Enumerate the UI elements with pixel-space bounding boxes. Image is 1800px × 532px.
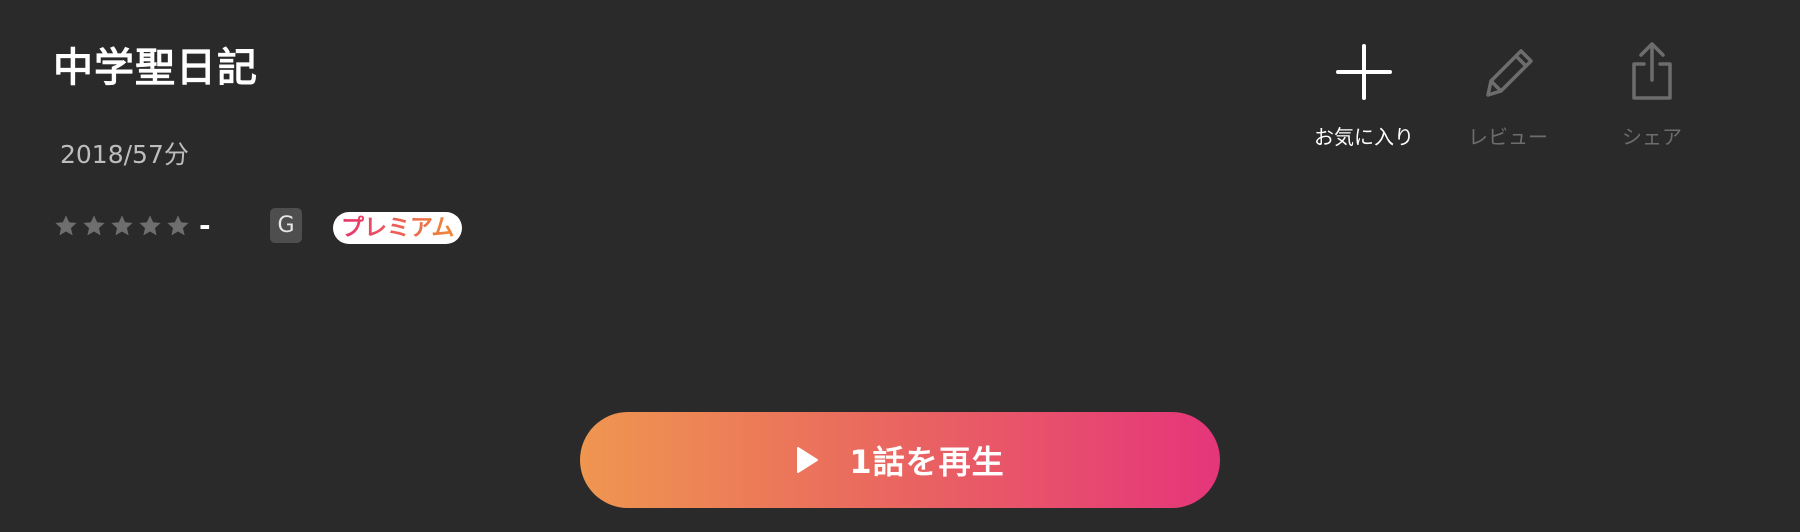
star-icon bbox=[109, 213, 135, 239]
pencil-icon bbox=[1476, 40, 1540, 104]
play-episode-label: 1話を再生 bbox=[849, 443, 1005, 481]
rating-row: - bbox=[53, 206, 211, 246]
review-button[interactable]: レビュー bbox=[1438, 40, 1578, 150]
star-icon bbox=[81, 213, 107, 239]
release-duration-meta: 2018/57分 bbox=[60, 140, 189, 169]
star-rating bbox=[53, 213, 193, 239]
rating-value: - bbox=[199, 209, 211, 242]
age-rating-badge: G bbox=[270, 208, 302, 243]
plus-icon bbox=[1332, 40, 1396, 104]
play-episode-button[interactable]: 1話を再生 bbox=[580, 412, 1220, 508]
premium-badge-label: プレミアム bbox=[341, 212, 454, 244]
share-icon bbox=[1620, 40, 1684, 104]
star-icon bbox=[137, 213, 163, 239]
share-label: シェア bbox=[1622, 125, 1682, 149]
play-icon bbox=[795, 446, 819, 474]
favorite-button[interactable]: お気に入り bbox=[1294, 40, 1434, 150]
review-label: レビュー bbox=[1468, 125, 1548, 149]
premium-badge: プレミアム bbox=[333, 212, 463, 244]
favorite-label: お気に入り bbox=[1314, 125, 1414, 149]
share-button[interactable]: シェア bbox=[1582, 40, 1722, 150]
star-icon bbox=[165, 213, 191, 239]
page-title: 中学聖日記 bbox=[53, 45, 258, 91]
star-icon bbox=[53, 213, 79, 239]
